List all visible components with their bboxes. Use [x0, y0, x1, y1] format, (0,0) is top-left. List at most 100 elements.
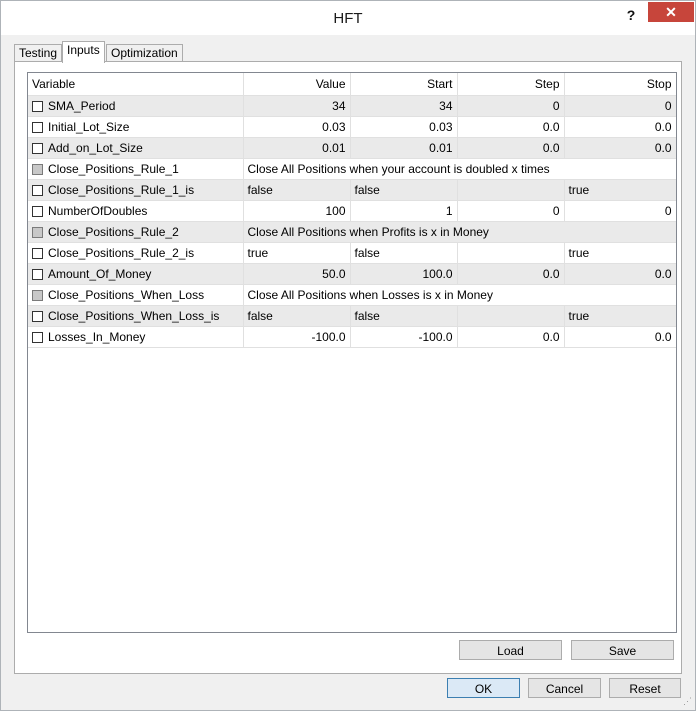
- column-header-variable[interactable]: Variable: [28, 73, 244, 96]
- optimize-checkbox[interactable]: [32, 311, 43, 322]
- column-header-stop[interactable]: Stop: [564, 73, 676, 96]
- value-cell[interactable]: false: [243, 179, 351, 201]
- value-cell[interactable]: false: [243, 305, 351, 327]
- step-cell[interactable]: 0.0: [457, 116, 565, 138]
- stop-cell[interactable]: 0.0: [564, 326, 676, 348]
- inputs-table: Variable Value Start Step Stop SMA_Perio…: [27, 72, 677, 633]
- stop-cell[interactable]: true: [564, 305, 676, 327]
- help-button[interactable]: ?: [613, 5, 649, 27]
- variable-name: Close_Positions_When_Loss_is: [48, 309, 220, 323]
- tab-testing[interactable]: Testing: [14, 44, 63, 62]
- close-button[interactable]: ✕: [648, 2, 694, 22]
- stop-cell[interactable]: true: [564, 179, 676, 201]
- table-row[interactable]: NumberOfDoubles 100 1 0 0: [28, 200, 676, 222]
- resize-grip-icon[interactable]: ⋰: [683, 696, 692, 707]
- optimize-checkbox[interactable]: [32, 248, 43, 259]
- table-row[interactable]: Close_Positions_When_Loss_is false false tr…: [28, 305, 676, 327]
- reset-button[interactable]: Reset: [609, 678, 681, 698]
- step-cell[interactable]: 0.0: [457, 263, 565, 285]
- step-cell[interactable]: [457, 242, 565, 264]
- start-cell[interactable]: false: [350, 242, 458, 264]
- value-cell[interactable]: -100.0: [243, 326, 351, 348]
- start-cell[interactable]: 0.01: [350, 137, 458, 159]
- value-cell[interactable]: 0.01: [243, 137, 351, 159]
- variable-name: NumberOfDoubles: [48, 204, 148, 218]
- stop-cell[interactable]: 0.0: [564, 137, 676, 159]
- table-row[interactable]: Initial_Lot_Size 0.03 0.03 0.0 0.0: [28, 116, 676, 138]
- step-cell[interactable]: [457, 179, 565, 201]
- save-button[interactable]: Save: [571, 640, 674, 660]
- variable-name: Add_on_Lot_Size: [48, 141, 143, 155]
- variable-cell[interactable]: NumberOfDoubles: [28, 200, 244, 222]
- start-cell[interactable]: -100.0: [350, 326, 458, 348]
- start-cell[interactable]: false: [350, 179, 458, 201]
- stop-cell[interactable]: true: [564, 242, 676, 264]
- stop-cell[interactable]: 0.0: [564, 116, 676, 138]
- column-header-value[interactable]: Value: [243, 73, 351, 96]
- optimize-checkbox[interactable]: [32, 206, 43, 217]
- table-row[interactable]: Close_Positions_When_Loss Close All Posit…: [28, 284, 676, 306]
- start-cell[interactable]: 1: [350, 200, 458, 222]
- variable-cell[interactable]: Initial_Lot_Size: [28, 116, 244, 138]
- table-row[interactable]: Close_Positions_Rule_2 Close All Position…: [28, 221, 676, 243]
- value-cell[interactable]: 34: [243, 95, 351, 117]
- value-cell[interactable]: 50.0: [243, 263, 351, 285]
- column-header-start[interactable]: Start: [350, 73, 458, 96]
- table-row[interactable]: Add_on_Lot_Size 0.01 0.01 0.0 0.0: [28, 137, 676, 159]
- step-cell[interactable]: 0: [457, 95, 565, 117]
- variable-cell[interactable]: Close_Positions_Rule_2: [28, 221, 244, 243]
- optimize-checkbox[interactable]: [32, 164, 43, 175]
- variable-cell[interactable]: Close_Positions_When_Loss: [28, 284, 244, 306]
- optimize-checkbox[interactable]: [32, 332, 43, 343]
- value-cell[interactable]: 100: [243, 200, 351, 222]
- variable-cell[interactable]: Losses_In_Money: [28, 326, 244, 348]
- variable-name: Initial_Lot_Size: [48, 120, 130, 134]
- stop-cell[interactable]: 0: [564, 200, 676, 222]
- variable-cell[interactable]: SMA_Period: [28, 95, 244, 117]
- optimize-checkbox[interactable]: [32, 227, 43, 238]
- optimize-checkbox[interactable]: [32, 122, 43, 133]
- value-cell[interactable]: Close All Positions when your account is…: [243, 158, 676, 180]
- table-row[interactable]: SMA_Period 34 34 0 0: [28, 95, 676, 117]
- value-cell[interactable]: 0.03: [243, 116, 351, 138]
- table-row[interactable]: Close_Positions_Rule_2_is true false true: [28, 242, 676, 264]
- table-row[interactable]: Close_Positions_Rule_1 Close All Position…: [28, 158, 676, 180]
- step-cell[interactable]: 0.0: [457, 326, 565, 348]
- value-cell[interactable]: true: [243, 242, 351, 264]
- variable-cell[interactable]: Amount_Of_Money: [28, 263, 244, 285]
- inputs-panel: Variable Value Start Step Stop SMA_Perio…: [14, 61, 682, 674]
- table-row[interactable]: Close_Positions_Rule_1_is false false true: [28, 179, 676, 201]
- start-cell[interactable]: 100.0: [350, 263, 458, 285]
- start-cell[interactable]: false: [350, 305, 458, 327]
- step-cell[interactable]: 0: [457, 200, 565, 222]
- variable-cell[interactable]: Close_Positions_Rule_1: [28, 158, 244, 180]
- optimize-checkbox[interactable]: [32, 185, 43, 196]
- start-cell[interactable]: 34: [350, 95, 458, 117]
- step-cell[interactable]: [457, 305, 565, 327]
- tab-inputs[interactable]: Inputs: [62, 41, 105, 63]
- step-cell[interactable]: 0.0: [457, 137, 565, 159]
- value-cell[interactable]: Close All Positions when Losses is x in …: [243, 284, 676, 306]
- tab-optimization[interactable]: Optimization: [106, 44, 183, 62]
- variable-name: Close_Positions_Rule_2_is: [48, 246, 195, 260]
- variable-cell[interactable]: Add_on_Lot_Size: [28, 137, 244, 159]
- title-bar: HFT ? ✕: [1, 1, 695, 35]
- stop-cell[interactable]: 0: [564, 95, 676, 117]
- optimize-checkbox[interactable]: [32, 101, 43, 112]
- variable-cell[interactable]: Close_Positions_Rule_1_is: [28, 179, 244, 201]
- optimize-checkbox[interactable]: [32, 143, 43, 154]
- start-cell[interactable]: 0.03: [350, 116, 458, 138]
- cancel-button[interactable]: Cancel: [528, 678, 601, 698]
- value-cell[interactable]: Close All Positions when Profits is x in…: [243, 221, 676, 243]
- ok-button[interactable]: OK: [447, 678, 520, 698]
- table-row[interactable]: Losses_In_Money -100.0 -100.0 0.0 0.0: [28, 326, 676, 348]
- table-row[interactable]: Amount_Of_Money 50.0 100.0 0.0 0.0: [28, 263, 676, 285]
- variable-cell[interactable]: Close_Positions_When_Loss_is: [28, 305, 244, 327]
- optimize-checkbox[interactable]: [32, 269, 43, 280]
- variable-name: Amount_Of_Money: [48, 267, 152, 281]
- optimize-checkbox[interactable]: [32, 290, 43, 301]
- stop-cell[interactable]: 0.0: [564, 263, 676, 285]
- variable-cell[interactable]: Close_Positions_Rule_2_is: [28, 242, 244, 264]
- load-button[interactable]: Load: [459, 640, 562, 660]
- column-header-step[interactable]: Step: [457, 73, 565, 96]
